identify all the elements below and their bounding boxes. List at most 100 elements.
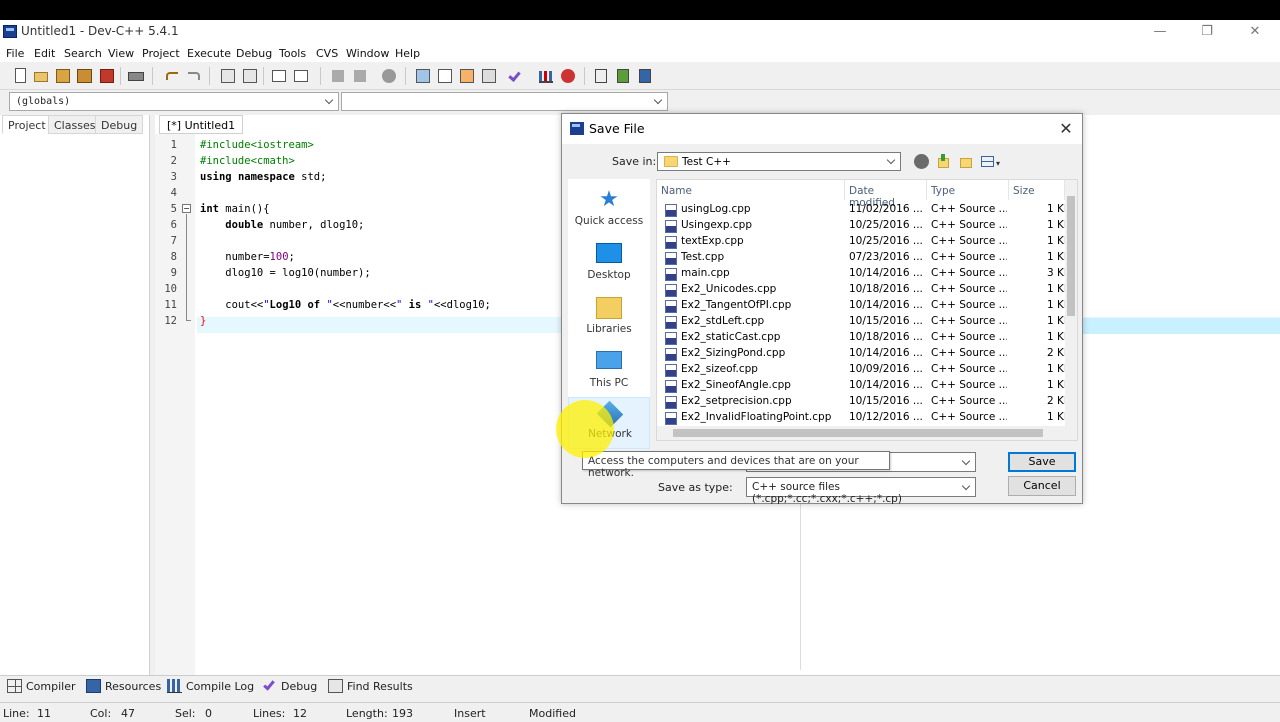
layout-icon[interactable]	[480, 67, 498, 85]
restore-button[interactable]: ❐	[1197, 23, 1217, 41]
file-name: main.cpp	[681, 267, 730, 279]
print-icon[interactable]	[127, 67, 145, 85]
minimize-button[interactable]: —	[1150, 23, 1170, 41]
tab-find-results[interactable]: Find Results	[328, 679, 413, 693]
file-name: Ex2_TangentOfPI.cpp	[681, 299, 792, 311]
file-row[interactable]: Ex2_SineofAngle.cpp 10/14/2016 ... C++ Sou…	[657, 378, 1067, 394]
file-row[interactable]: textExp.cpp 10/25/2016 ... C++ Source ... 1…	[657, 234, 1067, 250]
place-this-pc[interactable]: This PC	[568, 347, 650, 399]
forward-icon[interactable]	[351, 67, 369, 85]
file-row[interactable]: Ex2_staticCast.cpp 10/18/2016 ... C++ Sour…	[657, 330, 1067, 346]
file-type: C++ Source ...	[931, 379, 1007, 391]
new-folder-icon[interactable]	[958, 154, 973, 169]
save-as-type-combo[interactable]: C++ source files (*.cpp;*.cc;*.cxx;*.c++…	[746, 477, 976, 505]
debug-bug-icon[interactable]	[559, 67, 577, 85]
file-row[interactable]: Ex2_TangentOfPI.cpp 10/14/2016 ... C++ Sou…	[657, 298, 1067, 314]
place-desktop[interactable]: Desktop	[568, 239, 650, 291]
redo-icon[interactable]	[185, 67, 203, 85]
tab-debug[interactable]: Debug	[95, 115, 144, 134]
chart-icon[interactable]	[537, 67, 555, 85]
save-icon[interactable]	[54, 67, 72, 85]
up-folder-icon[interactable]	[936, 154, 951, 169]
save-all-icon[interactable]	[76, 67, 94, 85]
editor-tab-untitled1[interactable]: [*] Untitled1	[159, 115, 244, 134]
menu-edit[interactable]: Edit	[34, 47, 55, 60]
new-file-icon[interactable]	[12, 67, 30, 85]
status-col-label: Col:	[90, 707, 112, 720]
dialog-close-icon[interactable]: ✕	[1058, 119, 1074, 138]
resources-icon	[86, 679, 101, 693]
tab-project[interactable]: Project	[2, 115, 52, 134]
menu-debug[interactable]: Debug	[236, 47, 272, 60]
menu-view[interactable]: View	[108, 47, 134, 60]
file-date: 10/25/2016 ...	[849, 219, 923, 231]
tab-classes[interactable]: Classes	[48, 115, 102, 134]
menu-tools[interactable]: Tools	[279, 47, 306, 60]
fold-toggle-icon[interactable]: −	[182, 204, 191, 213]
file-list-hscroll[interactable]	[657, 426, 1077, 440]
indent-icon[interactable]	[270, 67, 288, 85]
save-in-combo[interactable]: Test C++	[657, 152, 901, 171]
file-date: 10/25/2016 ...	[849, 235, 923, 247]
back-icon[interactable]	[329, 67, 347, 85]
menu-help[interactable]: Help	[395, 47, 420, 60]
goto-line-icon[interactable]	[380, 67, 398, 85]
close-button[interactable]: ✕	[1245, 23, 1265, 41]
file-date: 10/14/2016 ...	[849, 299, 923, 311]
code-token: ;	[288, 251, 295, 263]
toggle-view-icon[interactable]	[458, 67, 476, 85]
back-icon[interactable]	[914, 154, 929, 169]
tab-resources-label: Resources	[105, 679, 162, 693]
file-row[interactable]: main.cpp 10/14/2016 ... C++ Source ... 3 KI	[657, 266, 1067, 282]
menu-execute[interactable]: Execute	[187, 47, 231, 60]
place-libraries[interactable]: Libraries	[568, 293, 650, 345]
file-list-vscroll[interactable]	[1065, 180, 1077, 427]
file-row[interactable]: Ex2_sizeof.cpp 10/09/2016 ... C++ Source .…	[657, 362, 1067, 378]
file-row[interactable]: Usingexp.cpp 10/25/2016 ... C++ Source ...…	[657, 218, 1067, 234]
cancel-button[interactable]: Cancel	[1008, 476, 1076, 496]
check-syntax-icon[interactable]	[508, 67, 526, 85]
file-row[interactable]: Ex2_stdLeft.cpp 10/15/2016 ... C++ Source …	[657, 314, 1067, 330]
file-type: C++ Source ...	[931, 395, 1007, 407]
file-row[interactable]: Ex2_SizingPond.cpp 10/14/2016 ... C++ Sour…	[657, 346, 1067, 362]
file-row[interactable]: Ex2_InvalidFloatingPoint.cpp 10/12/2016 .…	[657, 410, 1067, 426]
close-file-icon[interactable]	[98, 67, 116, 85]
column-date-modified[interactable]: Date modified	[845, 180, 927, 209]
class-browser-icon[interactable]	[436, 67, 454, 85]
file-row[interactable]: usingLog.cpp 11/02/2016 ... C++ Source ...…	[657, 202, 1067, 218]
open-file-icon[interactable]	[32, 67, 50, 85]
file-row[interactable]: Test.cpp 07/23/2016 ... C++ Source ... 1 KI	[657, 250, 1067, 266]
tab-resources[interactable]: Resources	[86, 679, 161, 693]
file-row[interactable]: Ex2_setprecision.cpp 10/15/2016 ... C++ So…	[657, 394, 1067, 410]
menu-window[interactable]: Window	[346, 47, 389, 60]
place-quick-access[interactable]: ★ Quick access	[568, 185, 650, 237]
help-book-icon[interactable]	[636, 67, 654, 85]
save-button[interactable]: Save	[1008, 452, 1076, 472]
unindent-icon[interactable]	[292, 67, 310, 85]
new-project-icon[interactable]	[414, 67, 432, 85]
find-icon[interactable]	[219, 67, 237, 85]
undo-icon[interactable]	[163, 67, 181, 85]
file-list[interactable]: Name Date modified Type Size usingLog.cp…	[656, 179, 1078, 441]
menu-file[interactable]: File	[6, 47, 24, 60]
file-row[interactable]: Ex2_Unicodes.cpp 10/18/2016 ... C++ Source…	[657, 282, 1067, 298]
member-combo[interactable]	[341, 92, 668, 111]
menu-cvs[interactable]: CVS	[316, 47, 338, 60]
replace-icon[interactable]	[241, 67, 259, 85]
export-icon[interactable]	[614, 67, 632, 85]
column-name[interactable]: Name	[657, 180, 845, 200]
scope-combo[interactable]: (globals)	[9, 92, 339, 111]
chart-icon	[167, 679, 182, 693]
view-menu-icon[interactable]: ▾	[980, 154, 1002, 169]
tab-debug-output-label: Debug	[281, 679, 318, 693]
file-size: 1 KI	[1047, 363, 1067, 375]
import-icon[interactable]	[592, 67, 610, 85]
column-size[interactable]: Size	[1009, 180, 1065, 200]
tab-compiler[interactable]: Compiler	[7, 679, 76, 693]
column-type[interactable]: Type	[927, 180, 1009, 200]
tab-compile-log[interactable]: Compile Log	[167, 679, 254, 693]
line-number: 5	[170, 203, 177, 215]
menu-search[interactable]: Search	[64, 47, 102, 60]
menu-project[interactable]: Project	[142, 47, 180, 60]
tab-debug-output[interactable]: Debug	[262, 678, 318, 693]
